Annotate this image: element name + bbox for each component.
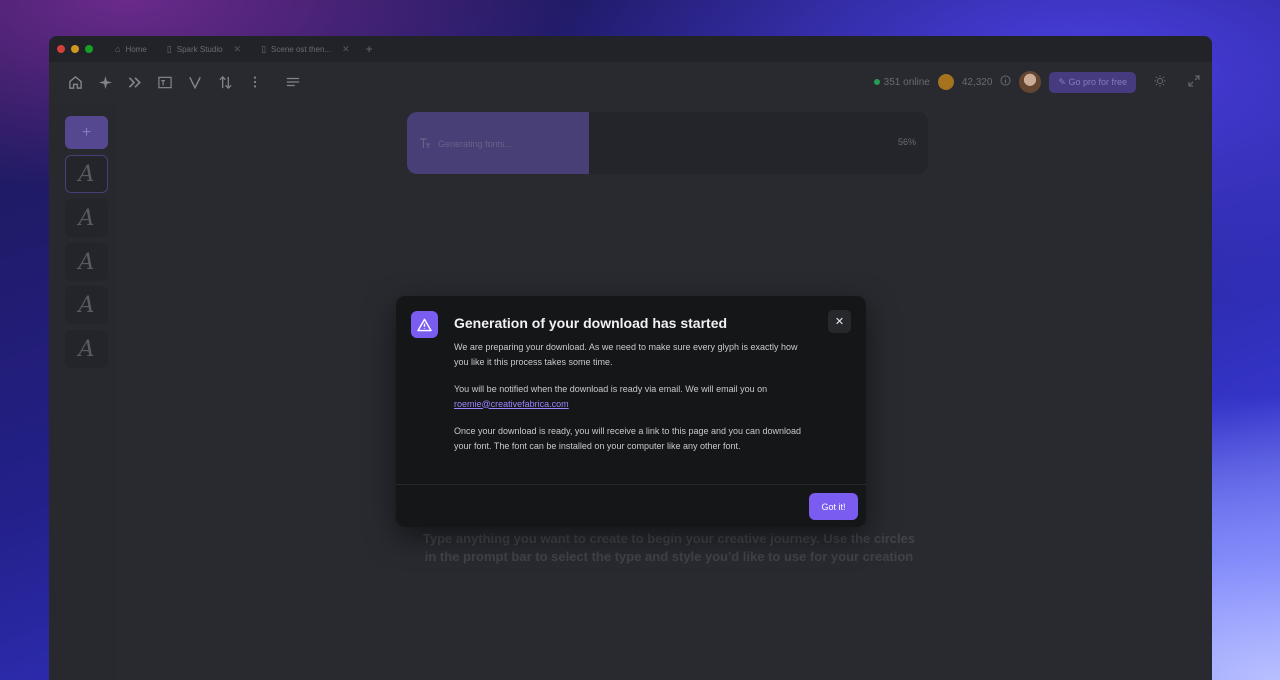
dialog-paragraph: Once your download is ready, you will re… [454, 426, 802, 451]
close-dialog-button[interactable]: ✕ [828, 310, 851, 333]
warning-icon [411, 311, 438, 338]
email-link[interactable]: roemie@creativefabrica.com [454, 399, 569, 409]
dialog-paragraph: You will be notified when the download i… [454, 384, 768, 409]
dialog-paragraph: We are preparing your download. As we ne… [454, 342, 798, 367]
download-started-dialog: Generation of your download has started … [396, 296, 866, 527]
dialog-title: Generation of your download has started [454, 315, 728, 331]
dialog-body: We are preparing your download. As we ne… [454, 340, 814, 466]
dialog-divider [396, 484, 866, 485]
got-it-button[interactable]: Got it! [809, 493, 858, 520]
